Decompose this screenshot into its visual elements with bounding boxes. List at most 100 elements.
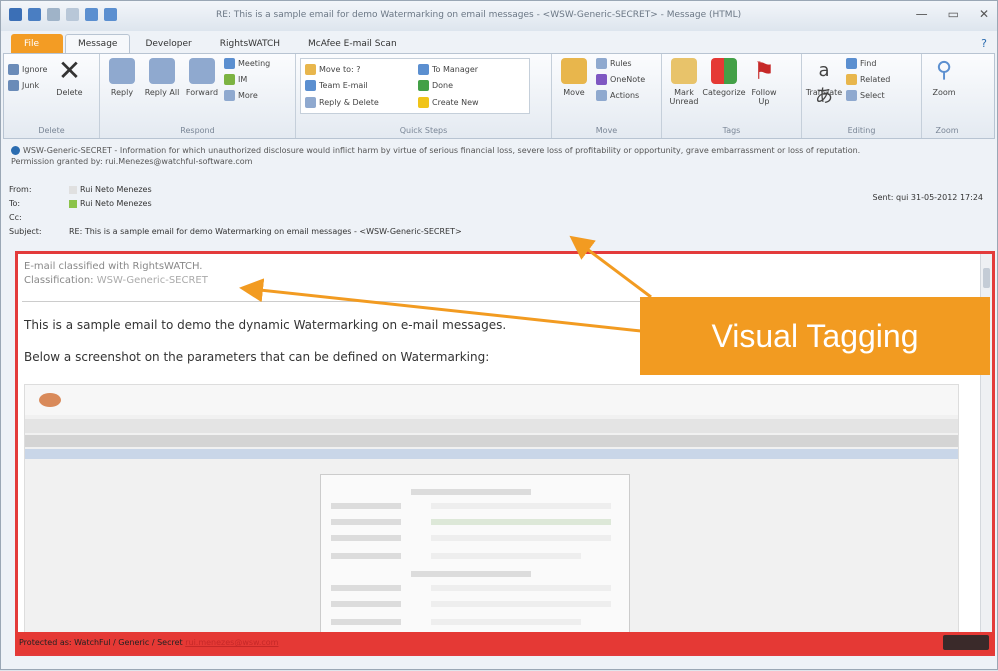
select-button[interactable]: Select — [846, 90, 890, 101]
tab-rightswatch[interactable]: RightsWATCH — [207, 34, 293, 53]
embedded-logo — [39, 393, 61, 407]
scrollbar-thumb[interactable] — [983, 268, 990, 288]
delete-x-icon: ✕ — [57, 54, 82, 87]
quick-steps-gallery: Move to: ? To Manager Team E-mail Done R… — [300, 58, 530, 114]
footer-text: Protected as: WatchFul / Generic / Secre… — [19, 638, 183, 647]
find-icon — [846, 58, 857, 69]
select-icon — [846, 90, 857, 101]
outlook-message-window: RE: This is a sample email for demo Wate… — [0, 0, 998, 670]
reply-all-label: Reply All — [144, 88, 180, 97]
quick-step-create-new[interactable]: Create New — [418, 96, 525, 109]
embedded-settings-form — [320, 474, 630, 649]
save-icon[interactable] — [28, 8, 41, 21]
to-value[interactable]: Rui Neto Menezes — [69, 199, 152, 208]
tab-developer[interactable]: Developer — [132, 34, 204, 53]
lightning-icon — [418, 96, 429, 108]
title-bar: RE: This is a sample email for demo Wate… — [1, 1, 997, 31]
follow-up-button[interactable]: ⚑ Follow Up — [746, 58, 782, 106]
delete-button[interactable]: ✕ Delete — [51, 54, 87, 98]
group-quick-steps: Move to: ? To Manager Team E-mail Done R… — [296, 54, 552, 138]
quick-step-label: Create New — [432, 97, 479, 107]
redo-icon[interactable] — [66, 8, 79, 21]
quick-step-reply-delete[interactable]: Reply & Delete — [305, 96, 412, 109]
rightswatch-logo — [943, 635, 989, 650]
find-button[interactable]: Find — [846, 58, 890, 69]
group-editing: aあ Translate Find Related Select Editing — [802, 54, 922, 138]
more-icon — [224, 90, 235, 101]
classified-with-text: E-mail classified with RightsWATCH. — [24, 261, 203, 272]
group-zoom: ⚲ Zoom Zoom — [922, 54, 972, 138]
forward-button[interactable]: Forward — [184, 58, 220, 101]
actions-button[interactable]: Actions — [596, 90, 645, 101]
group-label: Zoom — [935, 126, 959, 135]
im-button[interactable]: IM — [224, 74, 270, 85]
group-delete: Ignore Junk ✕ Delete Delete — [4, 54, 100, 138]
meeting-label: Meeting — [238, 59, 271, 68]
protection-footer: Protected as: WatchFul / Generic / Secre… — [15, 632, 995, 654]
reply-icon — [109, 58, 135, 84]
help-icon[interactable]: ? — [981, 37, 987, 50]
meeting-button[interactable]: Meeting — [224, 58, 270, 69]
junk-button[interactable]: Junk — [8, 80, 47, 91]
tab-file[interactable]: File — [11, 34, 63, 53]
from-value[interactable]: Rui Neto Menezes — [69, 185, 152, 194]
ignore-icon — [8, 64, 19, 75]
quick-step-label: Done — [432, 81, 454, 91]
embedded-header — [25, 385, 958, 415]
presence-icon — [69, 185, 77, 194]
ribbon: Ignore Junk ✕ Delete Delete Reply Reply A… — [3, 53, 995, 139]
close-button[interactable]: ✕ — [979, 7, 989, 21]
minimize-button[interactable]: — — [916, 7, 928, 21]
move-label: Move — [563, 88, 585, 97]
group-label: Respond — [180, 126, 215, 135]
body-line-2: Below a screenshot on the parameters tha… — [24, 350, 490, 364]
more-label: More — [238, 91, 258, 100]
maximize-button[interactable]: ▭ — [948, 7, 959, 21]
rules-button[interactable]: Rules — [596, 58, 645, 69]
onenote-icon — [596, 74, 607, 85]
up-arrow-icon[interactable] — [85, 8, 98, 21]
reply-button[interactable]: Reply — [104, 58, 140, 101]
forward-label: Forward — [185, 88, 219, 97]
onenote-button[interactable]: OneNote — [596, 74, 645, 85]
ignore-button[interactable]: Ignore — [8, 64, 47, 75]
team-icon — [305, 80, 316, 92]
quick-step-done[interactable]: Done — [418, 79, 525, 92]
embedded-selection-bar — [25, 449, 958, 459]
mark-unread-button[interactable]: Mark Unread — [666, 58, 702, 106]
move-button[interactable]: Move — [556, 58, 592, 101]
down-arrow-icon[interactable] — [104, 8, 117, 21]
rules-label: Rules — [610, 59, 632, 68]
quick-step-move-to[interactable]: Move to: ? — [305, 63, 412, 76]
forward-icon — [189, 58, 215, 84]
zoom-button[interactable]: ⚲ Zoom — [926, 58, 962, 97]
window-controls: — ▭ ✕ — [916, 7, 989, 21]
translate-button[interactable]: aあ Translate — [806, 58, 842, 107]
quick-step-team-email[interactable]: Team E-mail — [305, 79, 412, 92]
categorize-button[interactable]: Categorize — [702, 58, 746, 106]
to-name: Rui Neto Menezes — [80, 199, 152, 208]
subject-row: Subject: RE: This is a sample email for d… — [9, 227, 462, 236]
subject-value: RE: This is a sample email for demo Wate… — [69, 227, 462, 236]
tab-mcafee[interactable]: McAfee E-mail Scan — [295, 34, 410, 53]
related-icon — [846, 74, 857, 85]
quick-step-label: To Manager — [432, 65, 479, 75]
permission-text: Permission granted by: rui.Menezes@watch… — [11, 157, 253, 166]
reply-all-button[interactable]: Reply All — [144, 58, 180, 101]
tab-message[interactable]: Message — [65, 34, 131, 53]
quick-step-to-manager[interactable]: To Manager — [418, 63, 525, 76]
footer-link[interactable]: rui.menezes@wsw.com — [185, 638, 278, 647]
undo-icon[interactable] — [47, 8, 60, 21]
to-row: To: Rui Neto Menezes — [9, 199, 152, 208]
quick-step-label: Team E-mail — [319, 81, 368, 91]
visual-tagging-callout: Visual Tagging — [640, 297, 990, 375]
classification-banner: E-mail classified with RightsWATCH. Clas… — [22, 260, 955, 302]
save-icon[interactable] — [9, 8, 22, 21]
envelope-icon — [671, 58, 697, 84]
related-button[interactable]: Related — [846, 74, 890, 85]
cc-row: Cc: — [9, 213, 69, 222]
delete-label: Delete — [56, 88, 83, 97]
classification-value: WSW-Generic-SECRET — [96, 275, 208, 286]
group-label: Editing — [847, 126, 876, 135]
more-button[interactable]: More — [224, 90, 270, 101]
